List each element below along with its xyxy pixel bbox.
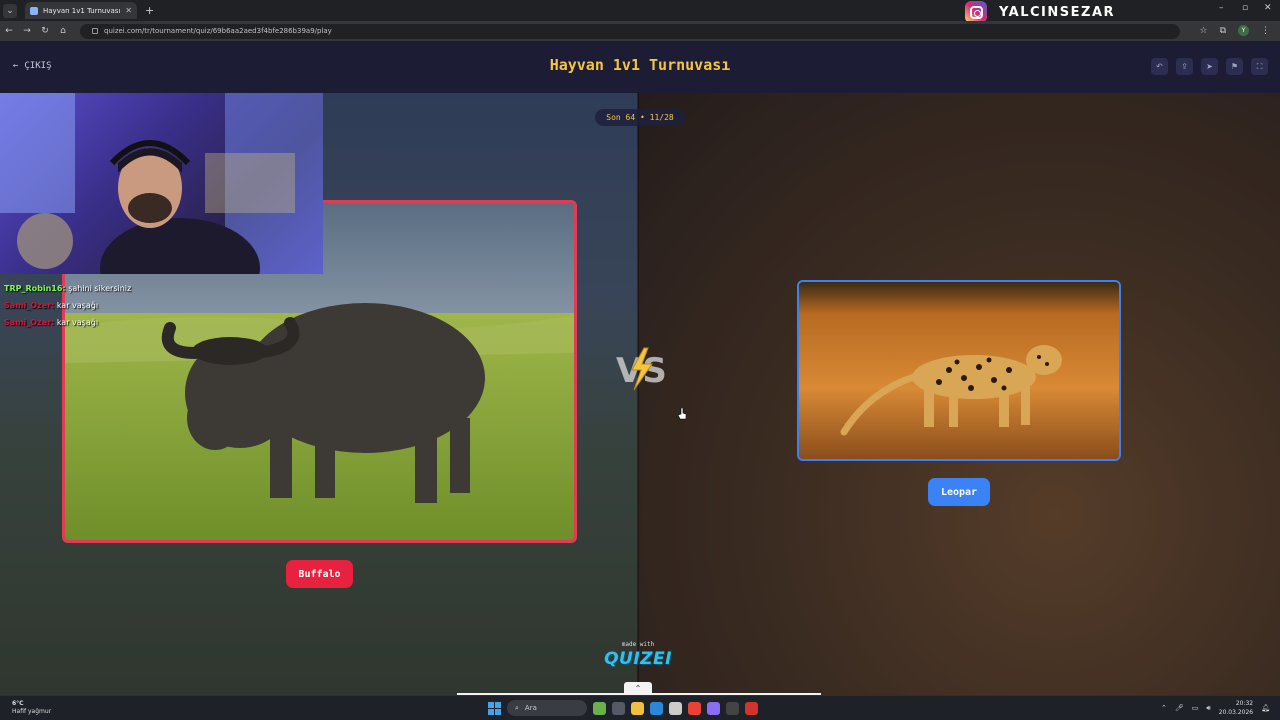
round-indicator: Son 64 • 11/28 [595, 109, 685, 126]
clock-date: 20.03.2026 [1218, 709, 1254, 716]
center-divider [637, 93, 639, 695]
tab-search-icon[interactable]: ⌄ [3, 3, 17, 18]
volume-icon[interactable]: 🔊︎ [1206, 704, 1210, 713]
instagram-icon [965, 1, 987, 23]
weather-temp: 6°C [12, 700, 24, 707]
streamer-name: YALCINSEZAR [999, 4, 1116, 20]
quizei-logo[interactable]: QUIZEI [580, 649, 696, 669]
url-text: quizei.com/tr/tournament/quiz/69b6aa2aed… [104, 27, 332, 35]
forward-icon[interactable]: → [18, 26, 36, 36]
clock-time: 20:32 [1235, 700, 1254, 707]
reload-icon[interactable]: ↻ [36, 26, 54, 36]
tab-title: Hayvan 1v1 Turnuvası - Tier Lis [43, 6, 121, 15]
new-tab-icon[interactable]: + [145, 4, 154, 17]
browser-tab[interactable]: Hayvan 1v1 Turnuvası - Tier Lis ✕ [25, 2, 137, 19]
share-icon[interactable]: ⇪ [1176, 58, 1193, 75]
undo-icon[interactable]: ↶ [1151, 58, 1168, 75]
chat-message: Sami_Ozer: kar vaşağı [4, 314, 204, 331]
chat-message: Sami_Ozer: kar vaşağı [4, 297, 204, 314]
app-header: ← ÇIKIŞ Hayvan 1v1 Turnuvası ↶ ⇪ ➤ ⚑ ⛶ [0, 41, 1280, 93]
system-tray: ⌃ 🎤︎ ▭ 🔊︎ 20:32 20.03.2026 🔔︎ [1161, 699, 1270, 717]
instagram-overlay: YALCINSEZAR [965, 1, 1115, 23]
hand-cursor-icon [678, 408, 686, 420]
security-app-icon[interactable] [745, 701, 758, 715]
obs-icon[interactable] [726, 701, 739, 715]
vs-lightning-icon: VS [616, 347, 667, 391]
back-icon[interactable]: ← [0, 26, 18, 36]
store-icon[interactable] [669, 701, 682, 715]
search-placeholder: Ara [524, 704, 537, 712]
favicon-icon [30, 6, 38, 15]
webcam-overlay [0, 93, 323, 274]
screen: ⌄ Hayvan 1v1 Turnuvası - Tier Lis ✕ + YA… [0, 0, 1280, 720]
chat-text: kar vaşağı [56, 318, 99, 327]
network-icon[interactable]: ▭ [1192, 704, 1199, 712]
widgets-icon[interactable] [593, 701, 606, 715]
chrome-icon[interactable] [688, 701, 701, 715]
mic-icon[interactable]: 🎤︎ [1175, 704, 1184, 712]
chat-message: TRP_Robin16: şahini sikersiniz [4, 280, 204, 297]
fullscreen-icon[interactable]: ⛶ [1251, 58, 1268, 75]
search-icon: ⌕ [515, 703, 519, 712]
address-bar: ← → ↻ ⌂ quizei.com/tr/tournament/quiz/69… [0, 21, 1280, 41]
streamer-webcam [0, 93, 323, 274]
chat-text: kar vaşağı [56, 301, 99, 310]
file-explorer-icon[interactable] [631, 701, 644, 715]
chat-user: Sami_Ozer: [4, 301, 55, 310]
url-field[interactable]: quizei.com/tr/tournament/quiz/69b6aa2aed… [80, 23, 1180, 39]
profile-avatar[interactable]: Y [1238, 25, 1249, 36]
menu-dots-icon[interactable]: ⋮ [1261, 26, 1270, 36]
bookmark-star-icon[interactable]: ☆ [1199, 26, 1207, 36]
minimize-icon[interactable]: – [1219, 3, 1224, 13]
weather-widget[interactable]: 6°C Hafif yağmur [12, 700, 51, 716]
weather-desc: Hafif yağmur [12, 708, 52, 715]
discord-icon[interactable] [707, 701, 720, 715]
maximize-icon[interactable]: ▫ [1242, 3, 1248, 13]
choose-leopard-button[interactable]: Leopar [928, 478, 990, 506]
clock[interactable]: 20:32 20.03.2026 [1219, 699, 1253, 717]
close-window-icon[interactable]: ✕ [1264, 3, 1272, 13]
tray-chevron-icon[interactable]: ⌃ [1161, 704, 1167, 712]
taskbar-apps: ⌕ Ara [488, 700, 758, 716]
site-info-icon[interactable] [92, 28, 98, 34]
chat-text: şahini sikersiniz [68, 284, 132, 293]
header-actions: ↶ ⇪ ➤ ⚑ ⛶ [1151, 58, 1268, 75]
stream-chat: TRP_Robin16: şahini sikersiniz Sami_Ozer… [4, 280, 204, 331]
close-tab-icon[interactable]: ✕ [125, 6, 132, 15]
extensions-icon[interactable]: ⧉ [1220, 26, 1226, 36]
send-icon[interactable]: ➤ [1201, 58, 1218, 75]
made-with-label: made with [621, 641, 655, 648]
taskbar-search[interactable]: ⌕ Ara [507, 700, 587, 716]
home-icon[interactable]: ⌂ [54, 26, 72, 36]
task-view-icon[interactable] [612, 701, 625, 715]
chat-user: TRP_Robin16: [4, 284, 66, 293]
notifications-icon[interactable]: 🔔︎ [1261, 704, 1270, 712]
edge-icon[interactable] [650, 701, 663, 715]
windows-taskbar: 6°C Hafif yağmur ⌕ Ara ⌃ 🎤︎ ▭ 🔊︎ 20:32 2… [0, 695, 1280, 720]
chat-user: Sami_Ozer: [4, 318, 55, 327]
page-title: Hayvan 1v1 Turnuvası [549, 56, 731, 74]
address-actions: ☆ ⧉ Y ⋮ [1199, 25, 1270, 36]
flag-icon[interactable]: ⚑ [1226, 58, 1243, 75]
leopard-image [799, 282, 1119, 459]
right-choice-card[interactable] [797, 280, 1121, 461]
choose-buffalo-button[interactable]: Buffalo [286, 560, 353, 588]
windows-start-icon[interactable] [488, 701, 501, 715]
